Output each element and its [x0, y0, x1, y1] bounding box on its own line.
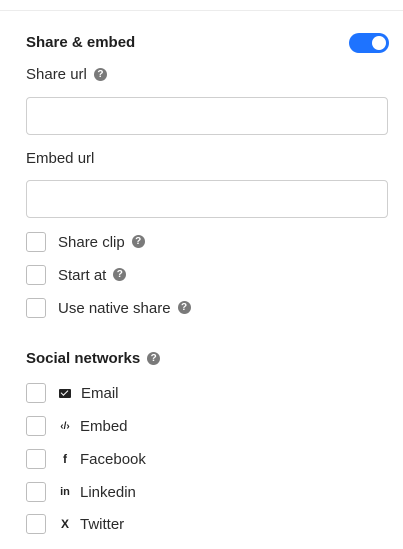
linkedin-label: Linkedin: [80, 483, 136, 501]
envelope-icon: [59, 388, 71, 398]
network-item-twitter[interactable]: X Twitter: [26, 513, 124, 535]
toggle-knob: [372, 36, 386, 50]
linkedin-checkbox[interactable]: [26, 482, 46, 502]
network-item-facebook[interactable]: f Facebook: [26, 448, 146, 470]
embed-url-label: Embed url: [26, 150, 94, 167]
help-icon[interactable]: ?: [131, 234, 145, 248]
share-embed-toggle[interactable]: [349, 33, 389, 53]
social-networks-title: Social networks?: [26, 350, 161, 367]
native-share-label: Use native share: [58, 299, 171, 317]
start-at-checkbox[interactable]: [26, 265, 46, 285]
native-share-option[interactable]: Use native share?: [26, 297, 191, 319]
network-item-email[interactable]: Email: [26, 382, 119, 404]
start-at-label: Start at: [58, 266, 107, 284]
help-icon[interactable]: ?: [147, 351, 161, 365]
code-icon: ‹/›: [60, 420, 70, 432]
share-url-field[interactable]: [26, 97, 388, 135]
twitter-checkbox[interactable]: [26, 514, 46, 534]
email-checkbox[interactable]: [26, 383, 46, 403]
native-share-checkbox[interactable]: [26, 298, 46, 318]
help-icon[interactable]: ?: [177, 300, 191, 314]
linkedin-icon: in: [60, 486, 70, 498]
share-clip-option[interactable]: Share clip?: [26, 231, 145, 253]
share-url-label-text: Share url: [26, 66, 87, 83]
network-item-linkedin[interactable]: in Linkedin: [26, 481, 136, 503]
embed-url-field[interactable]: [26, 180, 388, 218]
embed-checkbox[interactable]: [26, 416, 46, 436]
x-icon: X: [60, 517, 69, 531]
facebook-checkbox[interactable]: [26, 449, 46, 469]
help-icon[interactable]: ?: [113, 267, 127, 281]
facebook-icon: f: [63, 452, 67, 466]
share-clip-label: Share clip: [58, 233, 125, 251]
facebook-label: Facebook: [80, 450, 146, 468]
share-url-label: Share url?: [26, 66, 107, 83]
share-embed-title-text: Share & embed: [26, 34, 136, 51]
start-at-option[interactable]: Start at?: [26, 264, 127, 286]
share-embed-panel: Share & embed Share url? Embed url Share…: [0, 0, 403, 549]
email-label: Email: [81, 384, 119, 402]
embed-label: Embed: [80, 417, 128, 435]
network-item-embed[interactable]: ‹/› Embed: [26, 415, 128, 437]
share-embed-title: Share & embed: [26, 34, 135, 51]
social-networks-title-text: Social networks: [26, 350, 141, 367]
share-clip-checkbox[interactable]: [26, 232, 46, 252]
twitter-label: Twitter: [80, 515, 125, 533]
help-icon[interactable]: ?: [93, 67, 107, 81]
embed-url-label-text: Embed url: [26, 150, 95, 167]
